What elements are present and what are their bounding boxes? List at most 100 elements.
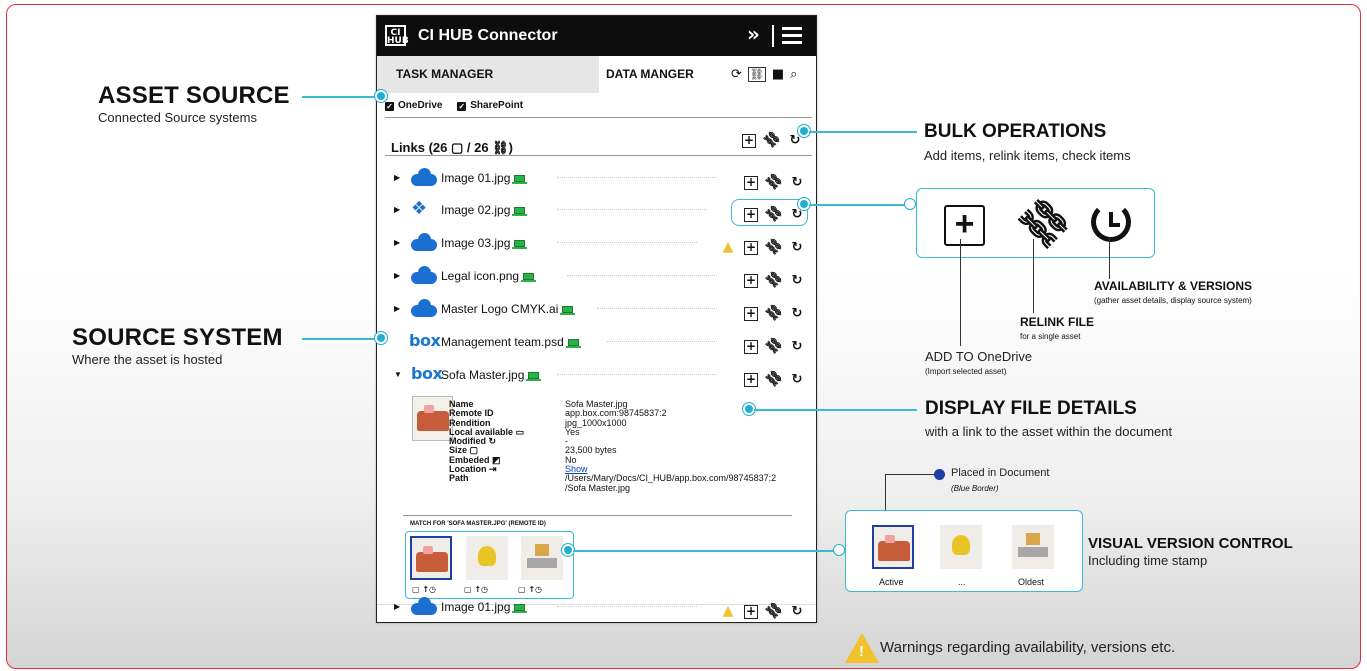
history-icon[interactable]: ↻ (790, 340, 804, 354)
folder-icon[interactable]: ■ (772, 67, 784, 82)
file-row[interactable]: ▶ Master Logo CMYK.ai + ⛓ ↻ (377, 293, 816, 326)
file-name: Image 01.jpg (441, 171, 528, 185)
file-row[interactable]: ▶ Image 03.jpg ▲ + ⛓ ↻ (377, 227, 816, 260)
file-row[interactable]: ▶ Legal icon.png + ⛓ ↻ (377, 260, 816, 293)
file-row[interactable]: ▶ Image 01.jpg + ⛓ ↻ (377, 162, 816, 195)
history-icon[interactable]: ↻ (790, 241, 804, 255)
history-icon[interactable]: ↻ (790, 307, 804, 321)
relink-icon[interactable]: ⛓ (761, 129, 783, 151)
history-icon (1091, 202, 1131, 242)
availability-sub: (gather asset details, display source sy… (1094, 296, 1252, 305)
history-icon[interactable]: ↻ (790, 274, 804, 288)
onedrive-icon (411, 233, 437, 251)
file-row[interactable]: box Management team.psd + ⛓ ↻ (377, 326, 816, 359)
collapse-icon[interactable]: » (747, 22, 760, 46)
file-name: Master Logo CMYK.ai (441, 302, 576, 316)
tab-task-manager[interactable]: TASK MANAGER (377, 56, 599, 93)
file-row-expanded[interactable]: ▼ box Sofa Master.jpg + ⛓ ↻ (377, 359, 816, 392)
expand-icon[interactable]: ▶ (394, 271, 400, 280)
relink-icon[interactable]: ⛓ (763, 600, 785, 622)
expand-icon[interactable]: ▶ (394, 304, 400, 313)
relink-icon[interactable]: ⛓ (763, 203, 785, 225)
box-icon: box (411, 364, 443, 383)
version-thumb[interactable] (466, 536, 508, 580)
source-onedrive[interactable]: ✓ OneDrive (385, 100, 442, 111)
collapse-row-icon[interactable]: ▼ (394, 370, 402, 379)
add-icon[interactable]: + (744, 307, 758, 321)
version-thumb-active (872, 525, 914, 569)
source-system-sub: Where the asset is hosted (72, 352, 223, 367)
version-label: ... (958, 577, 966, 587)
relink-sub: for a single asset (1020, 332, 1081, 341)
version-control-enlarged: Active ... Oldest (845, 510, 1083, 592)
add-icon[interactable]: + (744, 373, 758, 387)
sync-icon[interactable]: ⟳ (731, 67, 742, 82)
visual-version-title: VISUAL VERSION CONTROL (1088, 535, 1293, 552)
add-icon[interactable]: + (744, 208, 758, 222)
add-icon[interactable]: + (744, 274, 758, 288)
source-label: SharePoint (470, 100, 524, 111)
display-details-sub: with a link to the asset within the docu… (925, 424, 1173, 439)
search-icon[interactable]: ⌕ (790, 67, 797, 82)
leader-line (960, 239, 961, 346)
checkbox-icon[interactable]: ✓ (385, 102, 394, 111)
visual-version-sub: Including time stamp (1088, 553, 1208, 568)
warning-icon: ! (845, 633, 879, 663)
box-icon: box (409, 331, 441, 350)
relink-icon[interactable]: ⛓ (763, 335, 785, 357)
file-name: Legal icon.png (441, 269, 537, 283)
version-thumb-active[interactable] (410, 536, 452, 580)
relink-icon[interactable]: ⛓ (763, 302, 785, 324)
add-icon[interactable]: + (744, 605, 758, 619)
connector-dot (375, 332, 387, 344)
relink-icon[interactable]: ⛓ (763, 269, 785, 291)
warnings-note: Warnings regarding availability, version… (880, 639, 1176, 656)
relink-icon: ⛓ (1010, 188, 1079, 258)
expand-icon[interactable]: ▶ (394, 205, 400, 214)
history-icon[interactable]: ↻ (790, 373, 804, 387)
row-actions: ▲ + ⛓ ↻ (712, 600, 804, 622)
add-icon[interactable]: + (744, 241, 758, 255)
onedrive-icon (411, 168, 437, 186)
warning-icon: ▲ (722, 239, 734, 255)
leader-line (1033, 239, 1034, 313)
relink-icon[interactable]: ⛓ (763, 171, 785, 193)
add-icon: + (944, 205, 985, 246)
add-icon[interactable]: + (744, 340, 758, 354)
row-actions: + ⛓ ↻ (735, 171, 804, 193)
version-label: Oldest (1018, 577, 1045, 587)
expand-icon[interactable]: ▶ (394, 602, 400, 611)
placed-title: Placed in Document (951, 467, 1050, 479)
relink-icon[interactable]: ⛓ (763, 236, 785, 258)
ci-hub-logo: CI HUB (385, 25, 409, 46)
expand-icon[interactable]: ▶ (394, 173, 400, 182)
version-thumb[interactable] (521, 536, 563, 580)
history-icon[interactable]: ↻ (790, 176, 804, 190)
connector-line (302, 96, 377, 98)
file-row[interactable]: ▶ Image 01.jpg ▲ + ⛓ ↻ (377, 591, 816, 622)
local-available-icon (512, 175, 528, 184)
expand-icon[interactable]: ▶ (394, 238, 400, 247)
availability-title: AVAILABILITY & VERSIONS (1094, 279, 1253, 293)
tab-label: TASK MANAGER (396, 67, 494, 81)
local-available-icon (512, 207, 528, 216)
tab-toolbar: ⟳ ⛓ ■ ⌕ (731, 67, 803, 82)
row-actions: + ⛓ ↻ (735, 302, 804, 324)
relink-icon[interactable]: ⛓ (763, 368, 785, 390)
add-icon[interactable]: + (742, 134, 756, 148)
source-sharepoint[interactable]: ✓ SharePoint (457, 100, 523, 111)
history-icon[interactable]: ↻ (790, 605, 804, 619)
row-actions: + ⛓ ↻ (735, 269, 804, 291)
asset-source-title: ASSET SOURCE (98, 82, 290, 109)
menu-icon[interactable] (782, 27, 802, 44)
title-bar: CI HUB CI HUB Connector » (377, 16, 816, 56)
local-available-icon (526, 372, 542, 381)
history-icon[interactable]: ↻ (790, 208, 804, 222)
asset-thumbnail (412, 396, 453, 441)
version-label: Active (879, 577, 904, 587)
add-icon[interactable]: + (744, 176, 758, 190)
file-row[interactable]: ▶ ❖ Image 02.jpg + ⛓ ↻ (377, 194, 816, 227)
link-icon[interactable]: ⛓ (747, 67, 766, 82)
checkbox-icon[interactable]: ✓ (457, 102, 467, 111)
source-system-title: SOURCE SYSTEM (72, 324, 283, 351)
